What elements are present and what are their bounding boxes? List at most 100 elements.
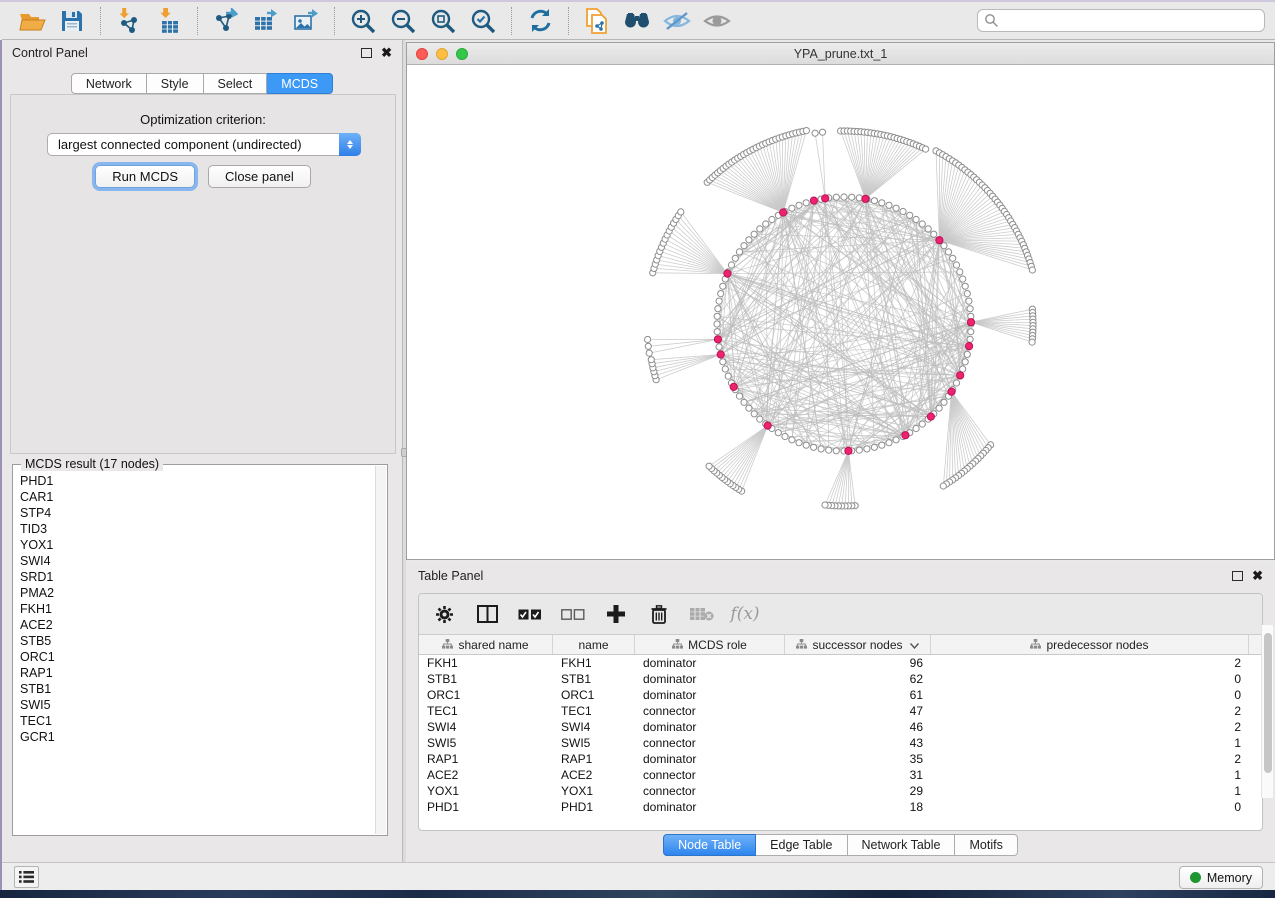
result-node-item[interactable]: PMA2 [20, 585, 375, 601]
cell-mcds_role[interactable]: dominator [635, 687, 785, 703]
network-graph[interactable] [407, 65, 1274, 559]
cell-predecessor_nodes[interactable]: 2 [931, 703, 1249, 719]
run-mcds-button[interactable]: Run MCDS [95, 165, 195, 188]
result-node-item[interactable]: STB5 [20, 633, 375, 649]
network-window-titlebar[interactable]: YPA_prune.txt_1 [407, 43, 1274, 65]
cell-successor_nodes[interactable]: 61 [785, 687, 931, 703]
tab-motifs[interactable]: Motifs [955, 834, 1017, 856]
cell-shared_name[interactable]: ORC1 [419, 687, 553, 703]
float-panel-icon[interactable] [361, 48, 372, 58]
close-panel-button[interactable]: Close panel [208, 165, 311, 188]
sort-descending-icon[interactable] [910, 638, 919, 652]
table-row[interactable]: STB1STB1dominator620 [419, 671, 1262, 687]
criterion-dropdown[interactable]: largest connected component (undirected) [47, 133, 361, 156]
cell-name[interactable]: ACE2 [553, 767, 635, 783]
cell-successor_nodes[interactable]: 35 [785, 751, 931, 767]
show-all-button[interactable] [697, 5, 737, 37]
cell-name[interactable]: SWI5 [553, 735, 635, 751]
close-panel-icon[interactable]: ✖ [381, 48, 392, 58]
cell-shared_name[interactable]: ACE2 [419, 767, 553, 783]
table-row[interactable]: TEC1TEC1connector472 [419, 703, 1262, 719]
search-box[interactable] [977, 9, 1265, 32]
cell-name[interactable]: SWI4 [553, 719, 635, 735]
result-node-item[interactable]: TEC1 [20, 713, 375, 729]
deselect-all-columns-button[interactable] [560, 601, 586, 627]
cell-predecessor_nodes[interactable]: 2 [931, 719, 1249, 735]
float-panel-icon[interactable] [1232, 571, 1243, 581]
column-header-MCDS-role[interactable]: MCDS role [635, 635, 785, 654]
cell-mcds_role[interactable]: connector [635, 767, 785, 783]
cell-successor_nodes[interactable]: 47 [785, 703, 931, 719]
cell-shared_name[interactable]: SWI5 [419, 735, 553, 751]
result-node-item[interactable]: PHD1 [20, 473, 375, 489]
clone-network-button[interactable] [577, 5, 617, 37]
open-file-button[interactable] [12, 5, 52, 37]
cell-mcds_role[interactable]: dominator [635, 751, 785, 767]
result-node-item[interactable]: YOX1 [20, 537, 375, 553]
tab-mcds[interactable]: MCDS [267, 73, 333, 94]
table-row[interactable]: FKH1FKH1dominator962 [419, 655, 1262, 671]
cell-mcds_role[interactable]: connector [635, 783, 785, 799]
delete-column-button[interactable] [646, 601, 672, 627]
tab-edge-table[interactable]: Edge Table [756, 834, 847, 856]
cell-successor_nodes[interactable]: 96 [785, 655, 931, 671]
cell-successor_nodes[interactable]: 29 [785, 783, 931, 799]
show-panels-menu-button[interactable] [14, 866, 39, 888]
cell-name[interactable]: STB1 [553, 671, 635, 687]
cell-shared_name[interactable]: STB1 [419, 671, 553, 687]
cell-name[interactable]: RAP1 [553, 751, 635, 767]
table-row[interactable]: ORC1ORC1dominator610 [419, 687, 1262, 703]
tab-style[interactable]: Style [147, 73, 204, 94]
table-scrollbar-thumb[interactable] [1264, 633, 1272, 773]
result-node-item[interactable]: SRD1 [20, 569, 375, 585]
cell-mcds_role[interactable]: dominator [635, 671, 785, 687]
zoom-fit-button[interactable] [423, 5, 463, 37]
cell-mcds_role[interactable]: dominator [635, 655, 785, 671]
result-node-item[interactable]: ORC1 [20, 649, 375, 665]
cell-predecessor_nodes[interactable]: 2 [931, 751, 1249, 767]
select-all-columns-button[interactable] [517, 601, 543, 627]
zoom-selected-button[interactable] [463, 5, 503, 37]
cell-successor_nodes[interactable]: 31 [785, 767, 931, 783]
cell-name[interactable]: PHD1 [553, 799, 635, 815]
cell-predecessor_nodes[interactable]: 2 [931, 655, 1249, 671]
table-row[interactable]: RAP1RAP1dominator352 [419, 751, 1262, 767]
search-input[interactable] [999, 11, 1258, 30]
cell-predecessor_nodes[interactable]: 1 [931, 783, 1249, 799]
cell-successor_nodes[interactable]: 18 [785, 799, 931, 815]
zoom-out-button[interactable] [383, 5, 423, 37]
find-nodes-button[interactable] [617, 5, 657, 37]
cell-successor_nodes[interactable]: 43 [785, 735, 931, 751]
column-header-name[interactable]: name [553, 635, 635, 654]
cell-shared_name[interactable]: YOX1 [419, 783, 553, 799]
show-column-panel-button[interactable] [474, 601, 500, 627]
export-table-button[interactable] [246, 5, 286, 37]
table-row[interactable]: SWI5SWI5connector431 [419, 735, 1262, 751]
table-row[interactable]: SWI4SWI4dominator462 [419, 719, 1262, 735]
cell-successor_nodes[interactable]: 62 [785, 671, 931, 687]
cell-shared_name[interactable]: FKH1 [419, 655, 553, 671]
table-row[interactable]: YOX1YOX1connector291 [419, 783, 1262, 799]
import-network-button[interactable] [109, 5, 149, 37]
hide-selected-button[interactable] [657, 5, 697, 37]
table-scrollbar[interactable] [1261, 625, 1273, 798]
column-header-shared-name[interactable]: shared name [419, 635, 553, 654]
close-panel-icon[interactable]: ✖ [1252, 571, 1263, 581]
zoom-in-button[interactable] [343, 5, 383, 37]
tab-network-table[interactable]: Network Table [848, 834, 956, 856]
tab-node-table[interactable]: Node Table [663, 834, 756, 856]
cell-shared_name[interactable]: TEC1 [419, 703, 553, 719]
import-table-button[interactable] [149, 5, 189, 37]
mcds-result-scrollbar[interactable] [375, 466, 386, 834]
result-node-item[interactable]: FKH1 [20, 601, 375, 617]
cell-shared_name[interactable]: PHD1 [419, 799, 553, 815]
table-row[interactable]: PHD1PHD1dominator180 [419, 799, 1262, 815]
cell-mcds_role[interactable]: connector [635, 703, 785, 719]
mcds-result-list[interactable]: PHD1CAR1STP4TID3YOX1SWI4SRD1PMA2FKH1ACE2… [13, 471, 375, 834]
table-row[interactable]: ACE2ACE2connector311 [419, 767, 1262, 783]
network-canvas[interactable] [407, 65, 1274, 559]
cell-predecessor_nodes[interactable]: 0 [931, 687, 1249, 703]
tab-network[interactable]: Network [71, 73, 147, 94]
refresh-view-button[interactable] [520, 5, 560, 37]
cell-predecessor_nodes[interactable]: 1 [931, 767, 1249, 783]
